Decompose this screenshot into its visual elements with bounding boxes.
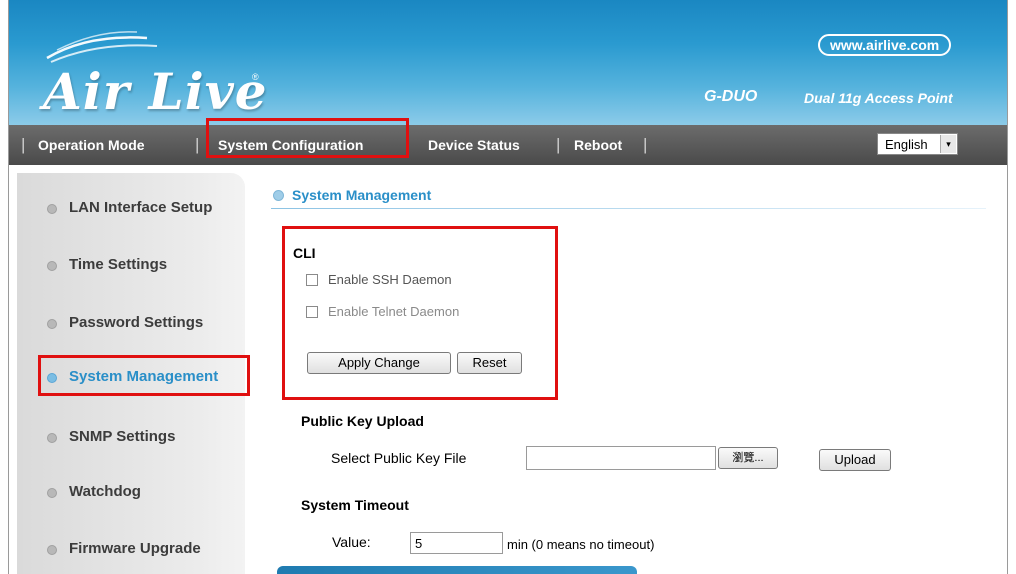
language-selected-value: English — [885, 137, 928, 152]
bullet-icon — [47, 488, 57, 498]
browse-button[interactable]: 瀏覽... — [718, 447, 778, 469]
bullet-icon — [47, 204, 57, 214]
telnet-daemon-checkbox[interactable] — [306, 306, 318, 318]
upload-button[interactable]: Upload — [819, 449, 891, 471]
sidebar-item-label: System Management — [69, 368, 219, 385]
cli-heading: CLI — [293, 245, 316, 261]
sidebar: LAN Interface Setup Time Settings Passwo… — [17, 173, 245, 574]
sidebar-item-label: LAN Interface Setup — [69, 199, 213, 216]
nav-item-system-configuration[interactable]: System Configuration — [218, 137, 363, 153]
website-link[interactable]: www.airlive.com — [818, 34, 952, 56]
brand-logo: Air Live — [43, 62, 268, 121]
language-select[interactable]: English ▾ — [877, 133, 958, 155]
ssh-daemon-label: Enable SSH Daemon — [328, 272, 452, 287]
nav-separator: | — [643, 135, 648, 154]
nav-separator: | — [556, 135, 561, 154]
bullet-icon — [47, 433, 57, 443]
bullet-icon — [47, 373, 57, 383]
model-description: Dual 11g Access Point — [804, 90, 953, 106]
bullet-icon — [47, 319, 57, 329]
apply-change-button[interactable]: Apply Change — [307, 352, 451, 374]
title-bullet-icon — [273, 190, 284, 201]
logo-swoosh-icon — [46, 31, 158, 63]
ssh-daemon-checkbox[interactable] — [306, 274, 318, 286]
timeout-hint: min (0 means no timeout) — [507, 537, 655, 552]
sidebar-item-label: Watchdog — [69, 483, 141, 500]
page-title: System Management — [292, 187, 432, 203]
nav-item-device-status[interactable]: Device Status — [428, 137, 520, 153]
public-key-heading: Public Key Upload — [301, 413, 424, 429]
timeout-value-input[interactable] — [410, 532, 503, 554]
nav-item-operation-mode[interactable]: Operation Mode — [38, 137, 145, 153]
title-divider — [271, 208, 986, 209]
sidebar-item-label: SNMP Settings — [69, 428, 176, 445]
select-key-file-label: Select Public Key File — [331, 450, 467, 466]
public-key-file-field[interactable] — [526, 446, 716, 470]
bullet-icon — [47, 545, 57, 555]
reset-button[interactable]: Reset — [457, 352, 522, 374]
sidebar-item-label: Password Settings — [69, 314, 204, 331]
nav-separator: | — [195, 135, 200, 154]
system-timeout-heading: System Timeout — [301, 497, 409, 513]
timeout-value-label: Value: — [332, 534, 371, 550]
bullet-icon — [47, 261, 57, 271]
model-name: G-DUO — [704, 88, 758, 105]
chevron-down-icon[interactable]: ▾ — [940, 135, 956, 153]
browser-frame: Air Live ® www.airlive.com G-DUO Dual 11… — [8, 0, 1008, 574]
sidebar-item-label: Firmware Upgrade — [69, 540, 201, 557]
main-nav-bar: | Operation Mode | System Configuration … — [9, 125, 1007, 165]
header-banner: Air Live ® www.airlive.com G-DUO Dual 11… — [9, 0, 1007, 125]
logo-registered-mark: ® — [252, 72, 259, 82]
telnet-daemon-label: Enable Telnet Daemon — [328, 304, 460, 319]
nav-separator: | — [21, 135, 26, 154]
nav-item-reboot[interactable]: Reboot — [574, 137, 622, 153]
partial-button-strip — [277, 566, 637, 574]
sidebar-item-label: Time Settings — [69, 256, 168, 273]
